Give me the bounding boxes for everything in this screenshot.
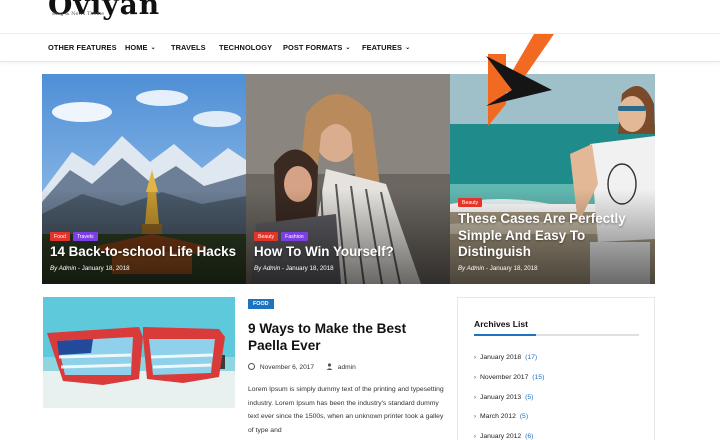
- post-title[interactable]: 9 Ways to Make the Best Paella Ever: [248, 320, 438, 354]
- archive-label: January 2012: [480, 433, 522, 440]
- nav-item-technology[interactable]: TECHNOLOGY: [219, 43, 272, 52]
- brand-mark-icon: [486, 34, 554, 126]
- nav-label: OTHER FEATURES: [48, 43, 117, 52]
- tag-food[interactable]: Food: [50, 232, 70, 241]
- archive-item[interactable]: › January 2018 (17): [474, 354, 537, 361]
- hero-author[interactable]: By Admin: [458, 265, 484, 272]
- archive-count: (17): [525, 354, 538, 361]
- nav-label: HOME: [125, 43, 148, 52]
- chevron-down-icon: ⌄: [405, 45, 411, 51]
- post-date: November 6, 2017: [259, 364, 315, 371]
- hero-date: January 18, 2018: [285, 265, 334, 272]
- archive-count: (6): [525, 433, 534, 440]
- nav-item-post-formats[interactable]: POST FORMATS ⌄: [283, 43, 351, 52]
- site-tagline: Blog & News Theme: [52, 11, 105, 17]
- post-author[interactable]: admin: [338, 364, 356, 371]
- site-header: Oviyan Blog & News Theme: [0, 0, 720, 34]
- clock-icon: [248, 363, 255, 370]
- tag-beauty[interactable]: Beauty: [254, 232, 279, 241]
- nav-item-features[interactable]: FEATURES ⌄: [362, 43, 410, 52]
- archive-item[interactable]: › January 2013 (5): [474, 394, 533, 401]
- main-nav: OTHER FEATURES HOME ⌄ TRAVELS TECHNOLOGY …: [0, 34, 720, 62]
- archive-label: March 2012: [480, 413, 516, 420]
- tag-list: Food Travels: [50, 232, 98, 241]
- archive-item[interactable]: › January 2012 (6): [474, 433, 533, 440]
- tag-list: Beauty: [458, 198, 483, 207]
- chevron-right-icon: ›: [474, 414, 476, 420]
- tag-beauty[interactable]: Beauty: [458, 198, 483, 207]
- archive-label: January 2018: [480, 354, 522, 361]
- chevron-right-icon: ›: [474, 375, 476, 381]
- chevron-right-icon: ›: [474, 355, 476, 361]
- hero-card[interactable]: Food Travels 14 Back-to-school Life Hack…: [42, 74, 246, 284]
- hero-meta: By Admin - January 18, 2018: [50, 265, 130, 272]
- category-badge[interactable]: FOOD: [248, 299, 274, 309]
- chevron-down-icon: ⌄: [345, 45, 351, 51]
- post-thumbnail[interactable]: [43, 297, 235, 408]
- post-image-sunglasses: [43, 297, 235, 408]
- nav-label: FEATURES: [362, 43, 403, 52]
- hero-card[interactable]: Beauty Fashion How To Win Yourself? By A…: [246, 74, 450, 284]
- hero-date: January 18, 2018: [489, 265, 538, 272]
- hero-title[interactable]: How To Win Yourself?: [254, 244, 450, 261]
- archive-count: (5): [525, 394, 534, 401]
- archives-widget: Archives List › January 2018 (17) › Novemb…: [457, 297, 655, 440]
- nav-label: POST FORMATS: [283, 43, 343, 52]
- hero-title[interactable]: These Cases Are Perfectly Simple And Eas…: [458, 211, 648, 261]
- nav-label: TRAVELS: [171, 43, 206, 52]
- hero-meta: By Admin - January 18, 2018: [254, 265, 334, 272]
- nav-label: TECHNOLOGY: [219, 43, 273, 52]
- archive-count: (15): [532, 374, 545, 381]
- user-icon: [326, 363, 333, 370]
- archive-label: January 2013: [480, 394, 522, 401]
- tag-travels[interactable]: Travels: [72, 232, 98, 241]
- chevron-down-icon: ⌄: [150, 45, 156, 51]
- nav-item-travels[interactable]: TRAVELS: [171, 43, 206, 52]
- tag-fashion[interactable]: Fashion: [281, 232, 308, 241]
- hero-title[interactable]: 14 Back-to-school Life Hacks: [50, 244, 246, 261]
- widget-divider: [474, 334, 639, 336]
- tag-list: Beauty Fashion: [254, 232, 308, 241]
- widget-title: Archives List: [474, 319, 528, 329]
- hero-author[interactable]: By Admin: [50, 265, 76, 272]
- nav-item-other-features[interactable]: OTHER FEATURES: [48, 43, 117, 52]
- archive-item[interactable]: › November 2017 (15): [474, 374, 544, 381]
- chevron-right-icon: ›: [474, 434, 476, 440]
- archive-label: November 2017: [480, 374, 529, 381]
- hero-author[interactable]: By Admin: [254, 265, 280, 272]
- post-meta: November 6, 2017 admin: [248, 362, 356, 371]
- chevron-right-icon: ›: [474, 395, 476, 401]
- archive-item[interactable]: › March 2012 (5): [474, 413, 528, 420]
- post-excerpt: Lorem Ipsum is simply dummy text of the …: [248, 386, 444, 434]
- hero-meta: By Admin - January 18, 2018: [458, 265, 538, 272]
- hero-date: January 18, 2018: [81, 265, 130, 272]
- nav-item-home[interactable]: HOME ⌄: [125, 43, 156, 52]
- archive-count: (5): [519, 413, 529, 420]
